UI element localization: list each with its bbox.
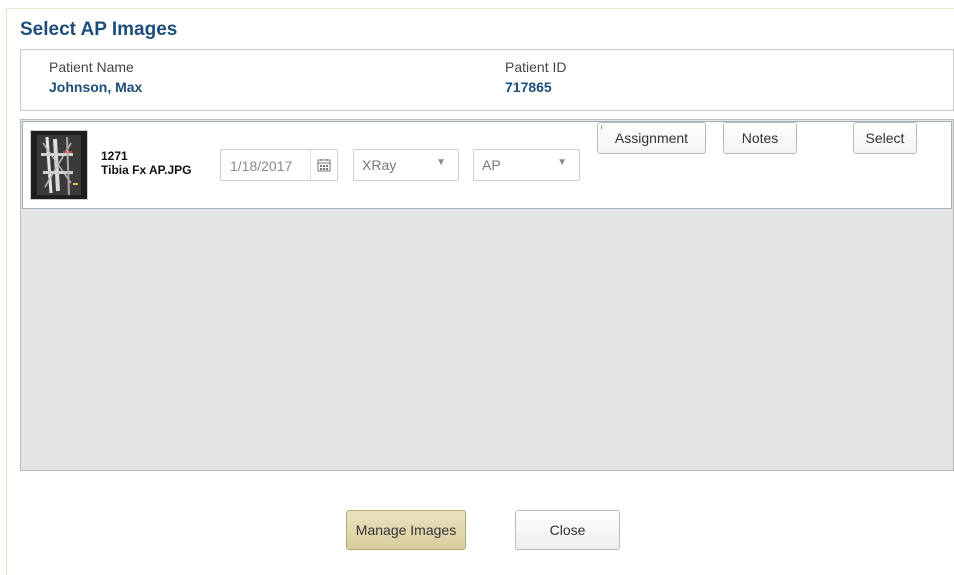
close-button[interactable]: Close [515,510,620,550]
assignment-button-marker [601,125,602,129]
view-select[interactable]: AP ▼ [473,149,580,181]
date-field-divider [310,150,311,180]
image-date-value: 1/18/2017 [230,158,293,174]
dialog-title: Select AP Images [20,19,178,40]
manage-images-button[interactable]: Manage Images [346,510,466,550]
view-select-value: AP [482,157,501,173]
modality-select[interactable]: XRay ▼ [353,149,459,181]
patient-name-value: Johnson, Max [49,79,143,95]
select-image-button[interactable]: Select [853,122,917,154]
close-button-label: Close [549,522,586,538]
image-id: 1271 [101,149,128,163]
assignment-button[interactable]: Assignment [597,122,706,154]
patient-id-label: Patient ID [505,59,567,75]
image-date-field[interactable]: 1/18/2017 [220,149,338,181]
image-filename: Tibia Fx AP.JPG [101,163,192,177]
notes-button[interactable]: Notes [723,122,797,154]
chevron-down-icon: ▼ [557,157,567,168]
assignment-button-label: Assignment [614,130,689,146]
manage-images-button-label: Manage Images [355,522,457,538]
xray-thumbnail-image [31,131,87,199]
images-panel: 1271 Tibia Fx AP.JPG 1/18/2017 XRay ▼ AP… [20,119,954,471]
modality-select-value: XRay [362,157,397,173]
select-image-button-label: Select [865,130,905,146]
calendar-icon[interactable] [317,158,331,172]
notes-button-label: Notes [741,130,779,146]
chevron-down-icon: ▼ [436,157,446,168]
patient-name-label: Patient Name [49,59,134,75]
patient-info-box: Patient Name Johnson, Max Patient ID 717… [20,49,954,111]
xray-thumbnail[interactable] [30,130,88,200]
image-row: 1271 Tibia Fx AP.JPG 1/18/2017 XRay ▼ AP… [22,121,952,209]
patient-id-value: 717865 [505,79,552,95]
